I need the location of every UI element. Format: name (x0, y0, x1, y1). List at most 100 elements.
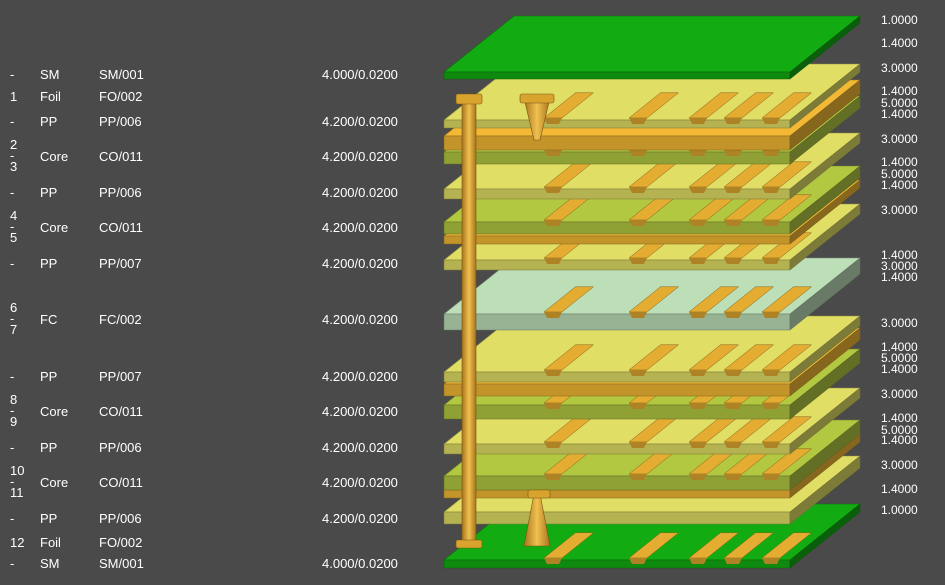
copper-trace-front (724, 403, 742, 409)
layer-value: 4.200/0.0200 (322, 114, 398, 129)
layer-number: - (10, 511, 15, 526)
copper-trace-front (762, 258, 780, 264)
thickness-label: 1.4000 (881, 270, 918, 284)
through-via (461, 97, 477, 545)
layer-code: FC/002 (99, 312, 142, 327)
copper-trace-front (724, 150, 742, 156)
copper-trace-front (762, 150, 780, 156)
layer-value: 4.200/0.0200 (322, 511, 398, 526)
copper-trace-front (724, 258, 742, 264)
layer-value: 4.200/0.0200 (322, 185, 398, 200)
layer-cu-front (443, 235, 791, 245)
copper-trace-front (689, 220, 707, 226)
layer-number: - (10, 440, 15, 455)
layer-type: PP (40, 114, 58, 129)
copper-trace-front (689, 370, 707, 376)
blind-via-top-pad (519, 93, 555, 104)
stackup-diagram: 1.00001.40003.00001.40005.00001.40003.00… (443, 13, 918, 569)
copper-trace-front (762, 442, 780, 448)
copper-trace-front (724, 558, 742, 564)
thickness-label: 1.0000 (881, 503, 918, 517)
copper-trace-front (762, 558, 780, 564)
copper-trace-front (724, 220, 742, 226)
layer-code: CO/011 (99, 149, 143, 164)
copper-trace-front (689, 150, 707, 156)
copper-trace-front (689, 474, 707, 480)
via-pad-bottom (455, 539, 483, 549)
layer-number: - (10, 556, 15, 571)
copper-trace-front (629, 258, 647, 264)
layer-table: - SM SM/001 4.000/0.0200 1 Foil FO/002 - PP PP/00… (0, 0, 440, 585)
layer-value: 4.200/0.0200 (322, 369, 398, 384)
layer-type: SM (40, 67, 60, 82)
thickness-label: 1.4000 (881, 36, 918, 50)
layer-value: 4.200/0.0200 (322, 312, 398, 327)
layer-pp-front (443, 511, 791, 525)
copper-trace-front (544, 442, 562, 448)
layer-number: - (10, 256, 15, 271)
copper-trace-front (544, 370, 562, 376)
layer-value: 4.200/0.0200 (322, 404, 398, 419)
layer-value: 4.200/0.0200 (322, 256, 398, 271)
layer-stack (443, 15, 861, 569)
layer-type: Foil (40, 535, 61, 550)
layer-type: PP (40, 185, 58, 200)
layer-hatch-front (443, 135, 791, 151)
blind-via-bottom-pad (527, 489, 551, 499)
copper-trace-front (629, 150, 647, 156)
layer-sm-front (443, 71, 791, 80)
layer-code: PP/006 (99, 440, 142, 455)
layer-number: 10-11 (10, 463, 25, 500)
copper-trace-front (689, 187, 707, 193)
layer-hatch-front (443, 383, 791, 397)
layer-value: 4.000/0.0200 (322, 67, 398, 82)
copper-trace-front (762, 474, 780, 480)
copper-trace-front (724, 442, 742, 448)
copper-trace-front (629, 187, 647, 193)
copper-trace-front (689, 258, 707, 264)
layer-code: CO/011 (99, 220, 143, 235)
copper-trace-front (762, 220, 780, 226)
thickness-label: 3.0000 (881, 316, 918, 330)
layer-type: PP (40, 256, 58, 271)
layer-number: 1 (10, 89, 18, 104)
layer-value: 4.000/0.0200 (322, 556, 398, 571)
thickness-label: 3.0000 (881, 458, 918, 472)
copper-trace-front (629, 474, 647, 480)
layer-type: SM (40, 556, 60, 571)
layer-type: Foil (40, 89, 61, 104)
layer-number: 2-3 (10, 137, 18, 174)
layer-type: Core (40, 220, 69, 235)
layer-code: CO/011 (99, 475, 143, 490)
thickness-label: 3.0000 (881, 132, 918, 146)
copper-trace-front (544, 474, 562, 480)
copper-trace-front (629, 220, 647, 226)
copper-trace-front (762, 312, 780, 318)
copper-trace-front (762, 118, 780, 124)
copper-trace-front (629, 312, 647, 318)
layer-type: FC (40, 312, 58, 327)
thickness-label: 3.0000 (881, 61, 918, 75)
thickness-label: 1.4000 (881, 482, 918, 496)
copper-trace-front (689, 442, 707, 448)
thickness-label: 1.4000 (881, 362, 918, 376)
copper-trace-front (689, 118, 707, 124)
copper-trace-front (762, 187, 780, 193)
layer-cu-front (443, 489, 791, 499)
thickness-label: 1.0000 (881, 13, 918, 27)
layer-number: 6-7 (10, 300, 18, 337)
copper-trace-front (544, 403, 562, 409)
copper-trace-front (724, 370, 742, 376)
copper-trace-front (544, 258, 562, 264)
layer-value: 4.200/0.0200 (322, 149, 398, 164)
copper-trace-front (724, 187, 742, 193)
layer-code: FO/002 (99, 535, 143, 550)
copper-trace-front (629, 442, 647, 448)
via-pad-top (455, 93, 483, 105)
layer-value: 4.200/0.0200 (322, 220, 398, 235)
layer-type: Core (40, 404, 69, 419)
layer-code: CO/011 (99, 404, 143, 419)
layer-number: 8-9 (10, 392, 18, 429)
copper-trace-front (629, 118, 647, 124)
layer-code: SM/001 (99, 556, 144, 571)
